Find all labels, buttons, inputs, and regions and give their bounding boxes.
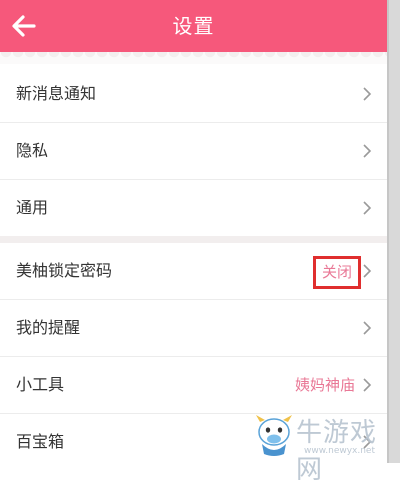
setting-label: 隐私 bbox=[16, 141, 49, 160]
back-button[interactable] bbox=[8, 10, 40, 42]
setting-row-general[interactable]: 通用 bbox=[0, 180, 387, 236]
setting-row-tools[interactable]: 小工具 姨妈神庙 bbox=[0, 357, 387, 414]
chevron-right-icon bbox=[363, 264, 372, 278]
chevron-right-icon bbox=[363, 321, 372, 335]
setting-row-reminders[interactable]: 我的提醒 bbox=[0, 300, 387, 357]
setting-label: 小工具 bbox=[16, 375, 65, 394]
setting-row-toolbox[interactable]: 百宝箱 bbox=[0, 414, 387, 463]
chevron-right-icon bbox=[363, 435, 372, 449]
settings-screen: 设置 新消息通知 隐私 通用 美柚锁定密码 关闭 我的提醒 小工具 姨妈神庙 百… bbox=[0, 0, 387, 463]
setting-value: 姨妈神庙 bbox=[294, 376, 355, 394]
chevron-right-icon bbox=[363, 87, 372, 101]
setting-label: 我的提醒 bbox=[16, 318, 81, 337]
page-title: 设置 bbox=[172, 14, 215, 38]
setting-label: 新消息通知 bbox=[16, 84, 97, 103]
setting-row-privacy[interactable]: 隐私 bbox=[0, 123, 387, 180]
chevron-right-icon bbox=[363, 378, 372, 392]
header-bar: 设置 bbox=[0, 0, 387, 52]
chevron-right-icon bbox=[363, 201, 372, 215]
lace-divider bbox=[0, 52, 387, 64]
setting-label: 百宝箱 bbox=[16, 432, 65, 451]
setting-value-off: 关闭 bbox=[312, 256, 361, 289]
setting-row-lock-password[interactable]: 美柚锁定密码 关闭 bbox=[0, 243, 387, 300]
settings-section-2: 美柚锁定密码 关闭 我的提醒 小工具 姨妈神庙 百宝箱 bbox=[0, 243, 387, 463]
scroll-edge bbox=[387, 0, 400, 463]
setting-label: 美柚锁定密码 bbox=[16, 261, 113, 280]
settings-section-1: 新消息通知 隐私 通用 bbox=[0, 66, 387, 253]
setting-label: 通用 bbox=[16, 198, 49, 217]
back-arrow-icon bbox=[12, 15, 36, 37]
setting-row-notifications[interactable]: 新消息通知 bbox=[0, 66, 387, 123]
chevron-right-icon bbox=[363, 144, 372, 158]
